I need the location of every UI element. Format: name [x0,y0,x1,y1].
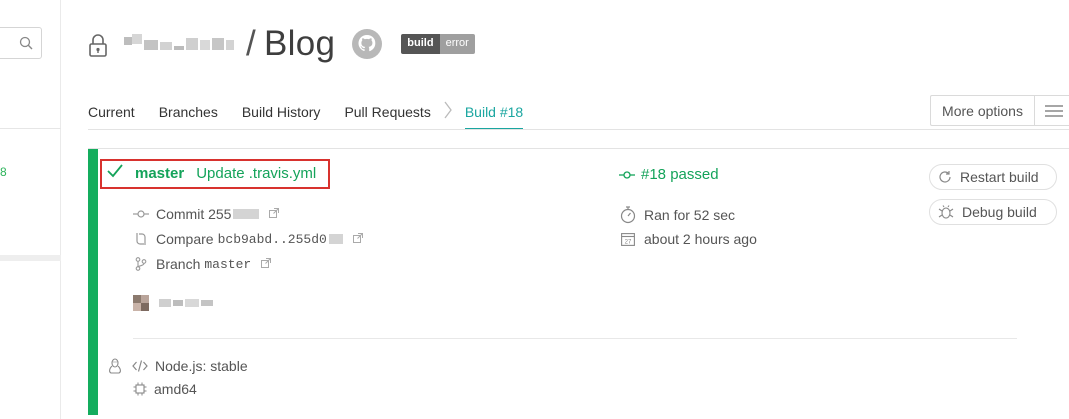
branch-label: Branch [156,256,201,272]
page-title: / Blog [246,24,336,63]
author-name-redacted [159,299,171,307]
commit-row: Commit 255 [133,206,280,222]
tab-pull-requests[interactable]: Pull Requests [344,94,430,130]
sidebar-divider [0,128,61,129]
build-status-badge[interactable]: build error [401,34,475,54]
tab-build-history[interactable]: Build History [242,94,321,130]
restart-build-label: Restart build [960,169,1039,185]
sidebar: 8 [0,0,61,419]
repo-header: / Blog build error [88,22,475,66]
sidebar-build-number[interactable]: 8 [0,165,7,179]
stopwatch-icon [619,206,637,224]
build-finished-time: about 2 hours ago [644,231,757,247]
hamburger-menu-button[interactable] [1034,95,1069,126]
calendar-icon: 27 [619,232,637,246]
more-options-button[interactable]: More options [930,95,1034,126]
language-row: Node.js: stable [108,358,248,374]
cpu-icon [133,382,147,396]
hamburger-icon [1045,104,1063,117]
badge-label: build [401,34,440,54]
search-input[interactable] [0,27,42,59]
svg-text:27: 27 [625,240,632,246]
compare-label: Compare [156,231,214,247]
bug-icon [938,205,954,219]
branch-link[interactable]: master [135,165,184,182]
commit-link[interactable]: Commit 255 [156,206,231,222]
external-link-icon[interactable] [261,257,272,271]
avatar[interactable] [133,295,149,311]
repo-tabs: Current Branches Build History Pull Requ… [88,94,547,130]
badge-status: error [439,34,475,54]
compare-link[interactable]: bcb9abd..255d0 [218,232,327,247]
tabs-divider [88,129,1069,130]
commit-hash-redacted [233,209,260,219]
tab-build-18[interactable]: Build #18 [464,94,524,130]
debug-build-label: Debug build [962,204,1037,220]
finished-row: 27 about 2 hours ago [619,231,757,247]
restart-icon [938,170,952,184]
language-value: Node.js: stable [155,358,248,374]
repo-name[interactable]: Blog [264,24,335,63]
build-duration: Ran for 52 sec [644,207,736,223]
duration-row: Ran for 52 sec [619,206,735,224]
debug-build-button[interactable]: Debug build [929,199,1057,225]
github-icon[interactable] [351,28,383,60]
lock-icon [88,31,110,57]
chevron-right-icon [443,94,453,123]
author-row [133,295,213,311]
branch-icon [133,257,149,271]
branch-row: Branch master [133,256,272,272]
external-link-icon[interactable] [269,207,280,221]
search-icon [19,36,33,50]
arch-row: amd64 [133,381,197,397]
compare-row: Compare bcb9abd..255d0 [133,231,363,247]
external-link-icon[interactable] [352,232,363,246]
sidebar-divider [0,255,61,261]
commit-message[interactable]: Update .travis.yml [196,165,316,182]
card-divider [133,338,1017,339]
build-summary-card: master Update .travis.yml Commit 255 Com… [88,148,1069,415]
code-icon [132,360,148,372]
restart-build-button[interactable]: Restart build [929,164,1057,190]
status-bar [88,149,98,415]
repo-owner-redacted[interactable] [124,32,236,56]
compare-icon [133,232,149,246]
tab-branches[interactable]: Branches [159,94,218,130]
branch-value-link[interactable]: master [204,257,251,272]
build-status-text[interactable]: #18 passed [641,166,719,183]
check-icon [107,164,123,182]
linux-icon [108,358,122,374]
build-status: #18 passed [619,166,719,183]
commit-headline: master Update .travis.yml [107,164,316,182]
commit-icon [133,209,149,219]
tab-current[interactable]: Current [88,94,135,130]
arch-value: amd64 [154,381,197,397]
compare-hash-redacted [328,234,343,244]
commit-icon [619,170,635,180]
